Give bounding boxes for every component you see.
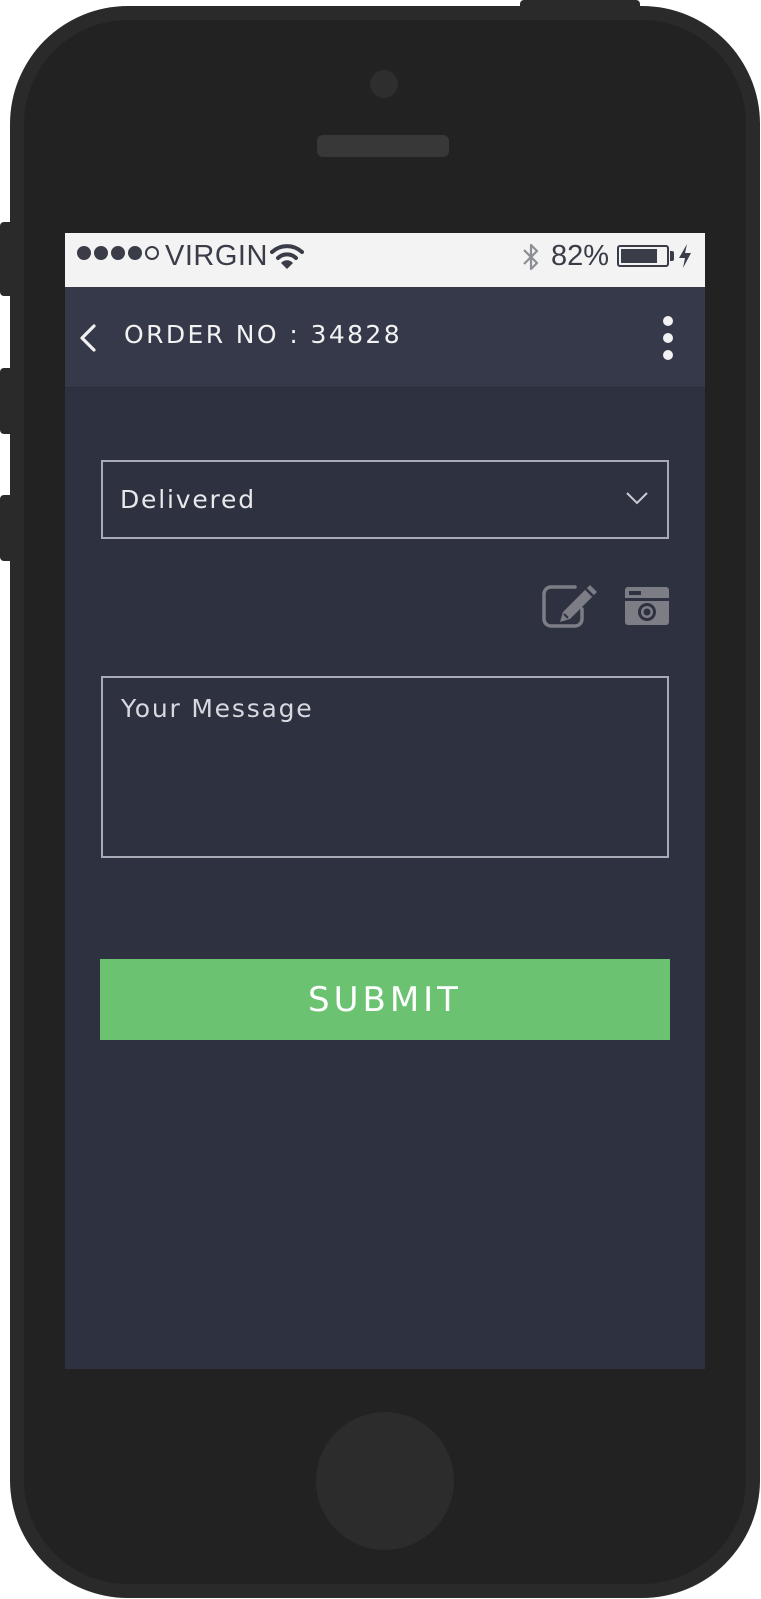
- home-button[interactable]: [316, 1412, 454, 1550]
- mute-switch: [0, 222, 12, 296]
- signal-dot: [94, 246, 108, 260]
- submit-button[interactable]: SUBMIT: [100, 959, 670, 1040]
- chevron-down-icon: [626, 492, 648, 505]
- battery-terminal: [670, 251, 674, 261]
- page-title: ORDER NO : 34828: [124, 320, 403, 349]
- signal-strength-indicator: [77, 246, 159, 260]
- battery-percent: 82%: [551, 240, 610, 272]
- signal-dot: [145, 246, 159, 260]
- battery-level-fill: [621, 249, 658, 263]
- power-button: [520, 0, 640, 10]
- signal-dot: [111, 246, 125, 260]
- app-screen: VIRGIN 82% ORDER NO : 34828 Delivered Yo…: [65, 233, 705, 1369]
- signal-dot: [128, 246, 142, 260]
- wifi-icon: [270, 244, 304, 269]
- signal-dot: [77, 246, 91, 260]
- order-status-select[interactable]: Delivered: [101, 460, 669, 539]
- app-bar: ORDER NO : 34828: [65, 287, 705, 388]
- charging-icon: [679, 244, 691, 268]
- carrier-name: VIRGIN: [165, 240, 268, 272]
- order-status-value: Delivered: [120, 485, 256, 514]
- message-textarea[interactable]: [101, 676, 669, 858]
- volume-up-button: [0, 368, 12, 434]
- edit-icon[interactable]: [541, 583, 599, 629]
- camera-icon[interactable]: [623, 585, 671, 627]
- chevron-left-icon[interactable]: [77, 323, 99, 353]
- earpiece-speaker: [317, 135, 449, 157]
- front-camera: [370, 70, 398, 98]
- bluetooth-icon: [523, 243, 539, 271]
- battery-icon: [617, 245, 669, 267]
- volume-down-button: [0, 495, 12, 561]
- status-bar: VIRGIN 82%: [65, 233, 705, 287]
- more-vertical-icon[interactable]: [657, 315, 679, 361]
